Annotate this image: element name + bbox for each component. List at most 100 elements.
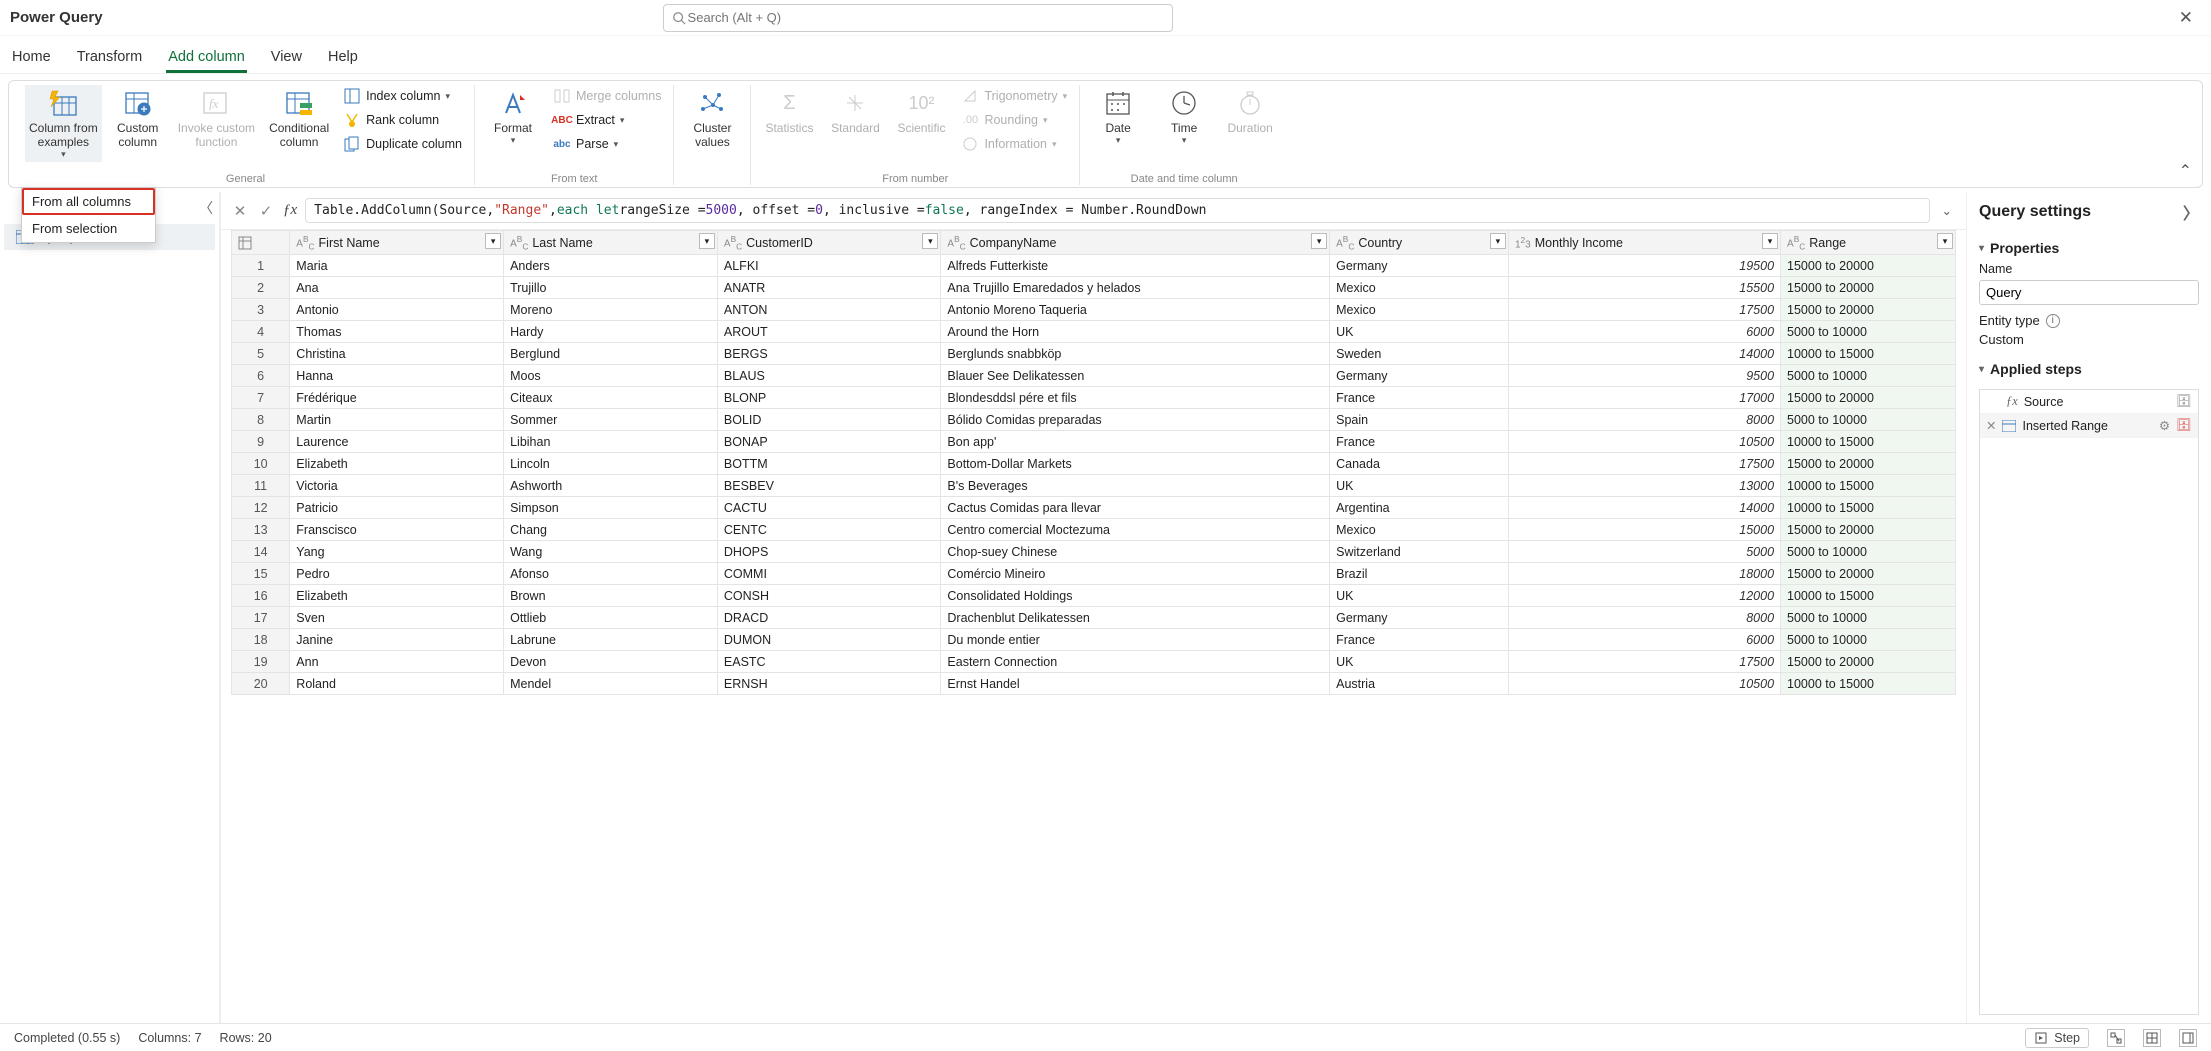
- cell[interactable]: 17500: [1508, 453, 1780, 475]
- cell[interactable]: 12000: [1508, 585, 1780, 607]
- applied-steps-section[interactable]: Applied steps: [1979, 361, 2199, 377]
- table-row[interactable]: 10ElizabethLincolnBOTTMBottom-Dollar Mar…: [232, 453, 1956, 475]
- format-button[interactable]: Format ▾: [483, 85, 543, 148]
- cell[interactable]: 15000 to 20000: [1781, 277, 1956, 299]
- cell[interactable]: BESBEV: [717, 475, 941, 497]
- col-last-name[interactable]: ABCLast Name▾: [504, 231, 718, 255]
- column-filter-icon[interactable]: ▾: [1937, 233, 1953, 249]
- cell[interactable]: Comércio Mineiro: [941, 563, 1330, 585]
- cell[interactable]: Ashworth: [504, 475, 718, 497]
- cell[interactable]: 5000 to 10000: [1781, 629, 1956, 651]
- table-row[interactable]: 9LaurenceLibihanBONAPBon app'France10500…: [232, 431, 1956, 453]
- row-number[interactable]: 2: [232, 277, 290, 299]
- cell[interactable]: ALFKI: [717, 255, 941, 277]
- cell[interactable]: Mendel: [504, 673, 718, 695]
- cell[interactable]: 5000 to 10000: [1781, 409, 1956, 431]
- column-filter-icon[interactable]: ▾: [485, 233, 501, 249]
- tab-help[interactable]: Help: [326, 43, 360, 73]
- properties-section[interactable]: Properties: [1979, 240, 2199, 256]
- cell[interactable]: Citeaux: [504, 387, 718, 409]
- cell[interactable]: Labrune: [504, 629, 718, 651]
- cell[interactable]: Ottlieb: [504, 607, 718, 629]
- cell[interactable]: Hardy: [504, 321, 718, 343]
- step-warning-icon[interactable]: 🗄: [2176, 418, 2192, 433]
- cell[interactable]: 15000 to 20000: [1781, 387, 1956, 409]
- table-row[interactable]: 8MartinSommerBOLIDBólido Comidas prepara…: [232, 409, 1956, 431]
- cell[interactable]: Chang: [504, 519, 718, 541]
- table-row[interactable]: 18JanineLabruneDUMONDu monde entierFranc…: [232, 629, 1956, 651]
- cell[interactable]: 17500: [1508, 651, 1780, 673]
- table-row[interactable]: 12PatricioSimpsonCACTUCactus Comidas par…: [232, 497, 1956, 519]
- close-button[interactable]: ✕: [2171, 4, 2201, 32]
- table-row[interactable]: 11VictoriaAshworthBESBEVB's BeveragesUK1…: [232, 475, 1956, 497]
- cell[interactable]: 6000: [1508, 629, 1780, 651]
- cell[interactable]: 15000 to 20000: [1781, 651, 1956, 673]
- row-number[interactable]: 6: [232, 365, 290, 387]
- col-customer-id[interactable]: ABCCustomerID▾: [717, 231, 941, 255]
- cell[interactable]: Argentina: [1330, 497, 1509, 519]
- row-number[interactable]: 15: [232, 563, 290, 585]
- cell[interactable]: Consolidated Holdings: [941, 585, 1330, 607]
- row-number[interactable]: 3: [232, 299, 290, 321]
- cell[interactable]: 9500: [1508, 365, 1780, 387]
- time-button[interactable]: Time ▾: [1154, 85, 1214, 148]
- cell[interactable]: Wang: [504, 541, 718, 563]
- cell[interactable]: 14000: [1508, 497, 1780, 519]
- row-number[interactable]: 8: [232, 409, 290, 431]
- step-source[interactable]: ƒx Source 🗄: [1980, 390, 2198, 414]
- data-grid[interactable]: ABCFirst Name▾ ABCLast Name▾ ABCCustomer…: [231, 230, 1956, 695]
- row-number[interactable]: 11: [232, 475, 290, 497]
- table-row[interactable]: 19AnnDevonEASTCEastern ConnectionUK17500…: [232, 651, 1956, 673]
- table-row[interactable]: 17SvenOttliebDRACDDrachenblut Delikatess…: [232, 607, 1956, 629]
- table-row[interactable]: 15PedroAfonsoCOMMIComércio MineiroBrazil…: [232, 563, 1956, 585]
- layout-view-icon[interactable]: [2179, 1029, 2197, 1047]
- table-row[interactable]: 13FransciscoChangCENTCCentro comercial M…: [232, 519, 1956, 541]
- table-row[interactable]: 1MariaAndersALFKIAlfreds FutterkisteGerm…: [232, 255, 1956, 277]
- cell[interactable]: 15000 to 20000: [1781, 563, 1956, 585]
- cell[interactable]: UK: [1330, 651, 1509, 673]
- cell[interactable]: Yang: [290, 541, 504, 563]
- cell[interactable]: Chop-suey Chinese: [941, 541, 1330, 563]
- cell[interactable]: 5000 to 10000: [1781, 607, 1956, 629]
- cell[interactable]: UK: [1330, 475, 1509, 497]
- from-selection-item[interactable]: From selection: [22, 215, 155, 242]
- cell[interactable]: Patricio: [290, 497, 504, 519]
- parse-button[interactable]: abcParse ▾: [549, 133, 665, 155]
- row-number[interactable]: 18: [232, 629, 290, 651]
- cell[interactable]: Berglund: [504, 343, 718, 365]
- cancel-formula-icon[interactable]: ✕: [231, 202, 249, 220]
- cell[interactable]: DRACD: [717, 607, 941, 629]
- column-filter-icon[interactable]: ▾: [1490, 233, 1506, 249]
- tab-add-column[interactable]: Add column: [166, 43, 247, 73]
- col-first-name[interactable]: ABCFirst Name▾: [290, 231, 504, 255]
- cell[interactable]: Frédérique: [290, 387, 504, 409]
- grid-view-icon[interactable]: [2143, 1029, 2161, 1047]
- cell[interactable]: Bólido Comidas preparadas: [941, 409, 1330, 431]
- cell[interactable]: 8000: [1508, 607, 1780, 629]
- cell[interactable]: Alfreds Futterkiste: [941, 255, 1330, 277]
- cell[interactable]: Franscisco: [290, 519, 504, 541]
- cell[interactable]: France: [1330, 629, 1509, 651]
- rank-column-button[interactable]: Rank column: [339, 109, 466, 131]
- row-number[interactable]: 4: [232, 321, 290, 343]
- table-row[interactable]: 20RolandMendelERNSHErnst HandelAustria10…: [232, 673, 1956, 695]
- cell[interactable]: ANTON: [717, 299, 941, 321]
- cell[interactable]: Blondesddsl pére et fils: [941, 387, 1330, 409]
- info-icon[interactable]: i: [2046, 314, 2060, 328]
- cell[interactable]: BOTTM: [717, 453, 941, 475]
- gear-icon[interactable]: ⚙: [2159, 418, 2170, 433]
- cell[interactable]: Devon: [504, 651, 718, 673]
- cell[interactable]: 15000 to 20000: [1781, 519, 1956, 541]
- cell[interactable]: Bottom-Dollar Markets: [941, 453, 1330, 475]
- cell[interactable]: Pedro: [290, 563, 504, 585]
- cell[interactable]: BONAP: [717, 431, 941, 453]
- cell[interactable]: Thomas: [290, 321, 504, 343]
- row-number[interactable]: 13: [232, 519, 290, 541]
- cell[interactable]: BERGS: [717, 343, 941, 365]
- table-row[interactable]: 14YangWangDHOPSChop-suey ChineseSwitzerl…: [232, 541, 1956, 563]
- formula-input[interactable]: Table.AddColumn(Source, "Range", each le…: [305, 198, 1929, 223]
- row-number[interactable]: 19: [232, 651, 290, 673]
- cell[interactable]: Antonio Moreno Taqueria: [941, 299, 1330, 321]
- cell[interactable]: Germany: [1330, 607, 1509, 629]
- cell[interactable]: 10000 to 15000: [1781, 343, 1956, 365]
